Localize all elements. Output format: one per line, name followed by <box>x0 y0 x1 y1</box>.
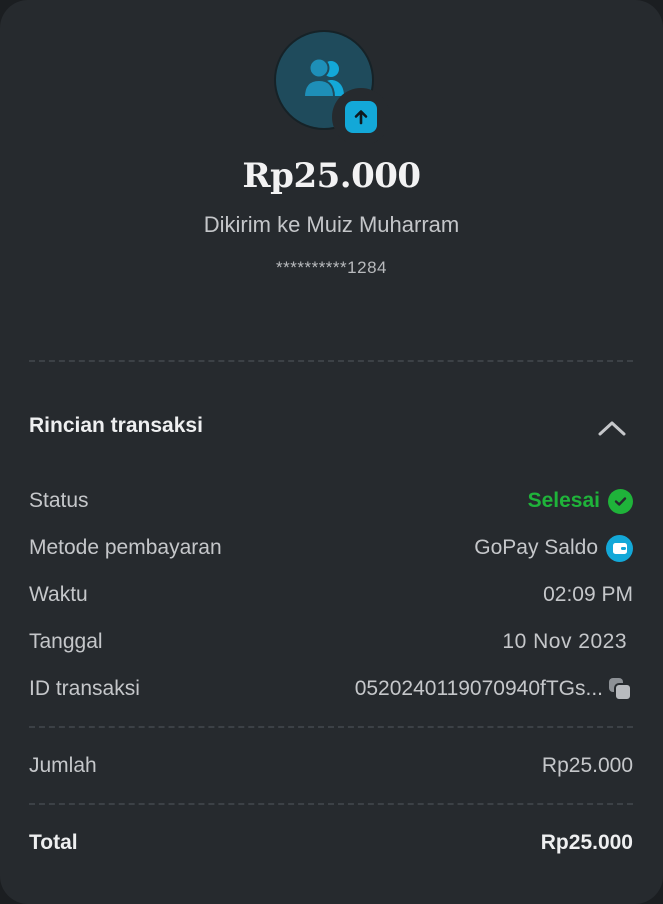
payment-method-row: Metode pembayaran GoPay Saldo <box>29 532 633 564</box>
check-circle-icon <box>608 488 633 514</box>
date-label: Tanggal <box>29 630 103 653</box>
divider <box>29 803 633 805</box>
transfer-avatar <box>274 30 390 146</box>
transaction-id-value-wrap: 0520240119070940fTGs... <box>355 676 633 702</box>
transaction-amount: Rp25.000 <box>242 156 421 196</box>
divider <box>29 726 633 728</box>
transaction-detail-card: Rp25.000 Dikirim ke Muiz Muharram ******… <box>0 0 663 904</box>
status-label: Status <box>29 489 89 512</box>
amount-row: Jumlah Rp25.000 <box>29 750 633 782</box>
arrow-up-icon <box>345 101 377 133</box>
total-row: Total Rp25.000 <box>29 827 633 859</box>
wallet-icon <box>606 534 633 562</box>
send-badge <box>332 88 390 146</box>
recipient-text: Dikirim ke Muiz Muharram <box>203 212 460 237</box>
transaction-id-value: 0520240119070940fTGs... <box>354 677 603 700</box>
masked-account-number: **********1284 <box>276 258 387 277</box>
time-label: Waktu <box>29 583 88 606</box>
date-value: 10 Nov 2023 <box>502 630 627 653</box>
section-title: Rincian transaksi <box>29 414 203 437</box>
status-value-wrap: Selesai <box>527 488 633 514</box>
amount-label: Jumlah <box>29 754 97 777</box>
copy-icon[interactable] <box>607 676 633 702</box>
status-value: Selesai <box>527 489 600 512</box>
payment-method-label: Metode pembayaran <box>29 536 222 559</box>
transaction-id-label: ID transaksi <box>29 677 140 700</box>
payment-method-value: GoPay Saldo <box>474 536 598 559</box>
time-value: 02:09 PM <box>543 583 633 606</box>
transaction-id-row: ID transaksi 0520240119070940fTGs... <box>29 673 633 705</box>
total-value: Rp25.000 <box>540 831 633 854</box>
chevron-up-icon[interactable] <box>596 412 628 444</box>
total-label: Total <box>29 831 78 854</box>
date-row: Tanggal 10 Nov 2023 <box>29 626 633 658</box>
time-row: Waktu 02:09 PM <box>29 579 633 611</box>
payment-method-value-wrap: GoPay Saldo <box>474 534 633 562</box>
amount-value: Rp25.000 <box>541 754 633 777</box>
divider <box>29 360 633 362</box>
status-row: Status Selesai <box>29 485 633 517</box>
